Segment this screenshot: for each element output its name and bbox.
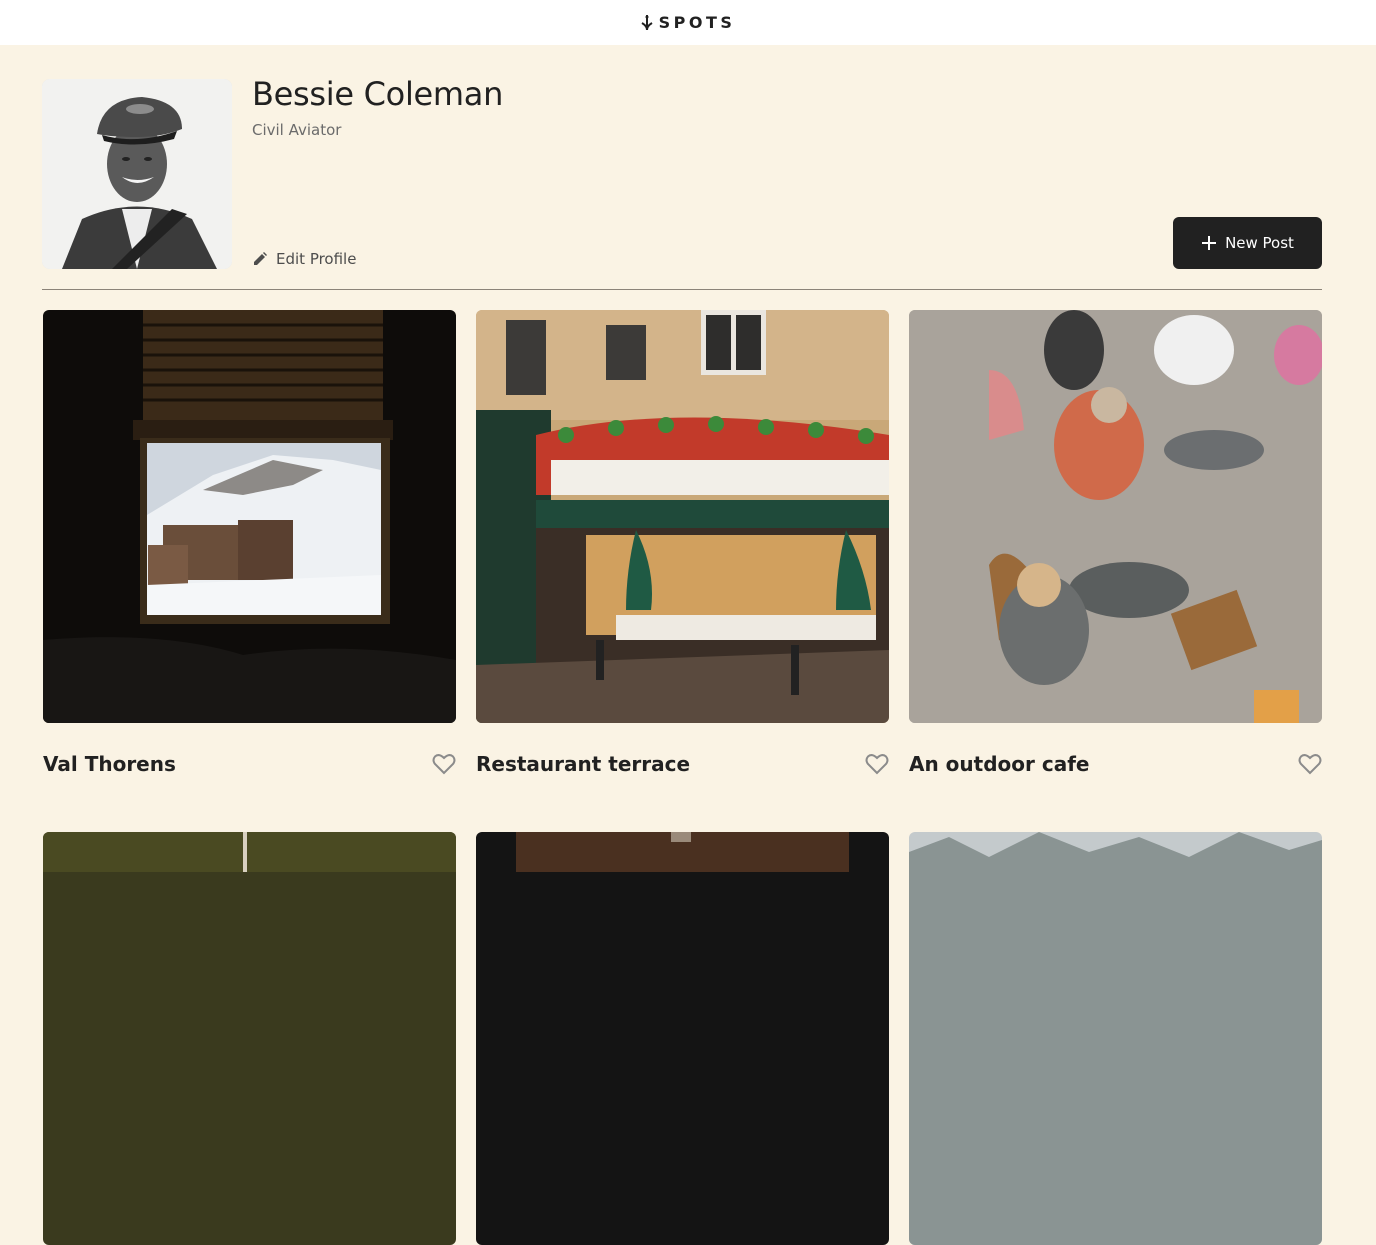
logo-text: SPOTS — [658, 13, 736, 32]
top-header: SPOTS — [0, 0, 1376, 45]
spots-logo-icon — [641, 14, 653, 30]
heart-icon[interactable] — [432, 753, 456, 775]
card-image[interactable] — [476, 832, 889, 1245]
profile-section: Bessie Coleman Civil Aviator Edit Profil… — [42, 75, 1322, 269]
avatar — [42, 79, 232, 269]
profile-name: Bessie Coleman — [252, 75, 504, 113]
card-title: An outdoor cafe — [909, 752, 1090, 776]
profile-description: Civil Aviator — [252, 121, 342, 139]
card: Restaurant terrace — [476, 310, 889, 776]
card-image[interactable] — [43, 310, 456, 723]
new-post-label: New Post — [1225, 234, 1294, 252]
new-post-button[interactable]: New Post — [1173, 217, 1322, 269]
card: Val Thorens — [43, 310, 456, 776]
card-image[interactable] — [909, 310, 1322, 723]
card-footer: Restaurant terrace — [476, 750, 889, 778]
card-title: Restaurant terrace — [476, 752, 691, 776]
heart-icon[interactable] — [1298, 753, 1322, 775]
divider — [42, 289, 1322, 290]
plus-icon — [1202, 236, 1217, 250]
card-image[interactable] — [476, 310, 889, 723]
heart-icon[interactable] — [865, 753, 889, 775]
card-title: Val Thorens — [43, 752, 176, 776]
card: An outdoor cafe — [909, 310, 1322, 776]
pencil-icon — [254, 252, 267, 265]
card-footer: Val Thorens — [43, 750, 456, 778]
card — [43, 832, 456, 1245]
card — [909, 832, 1322, 1245]
card-image[interactable] — [909, 832, 1322, 1245]
card-footer: An outdoor cafe — [909, 750, 1322, 778]
spots-logo[interactable]: SPOTS — [641, 13, 736, 32]
card — [476, 832, 889, 1245]
edit-profile-button[interactable]: Edit Profile — [252, 250, 356, 268]
card-image[interactable] — [43, 832, 456, 1245]
edit-profile-label: Edit Profile — [276, 250, 357, 268]
